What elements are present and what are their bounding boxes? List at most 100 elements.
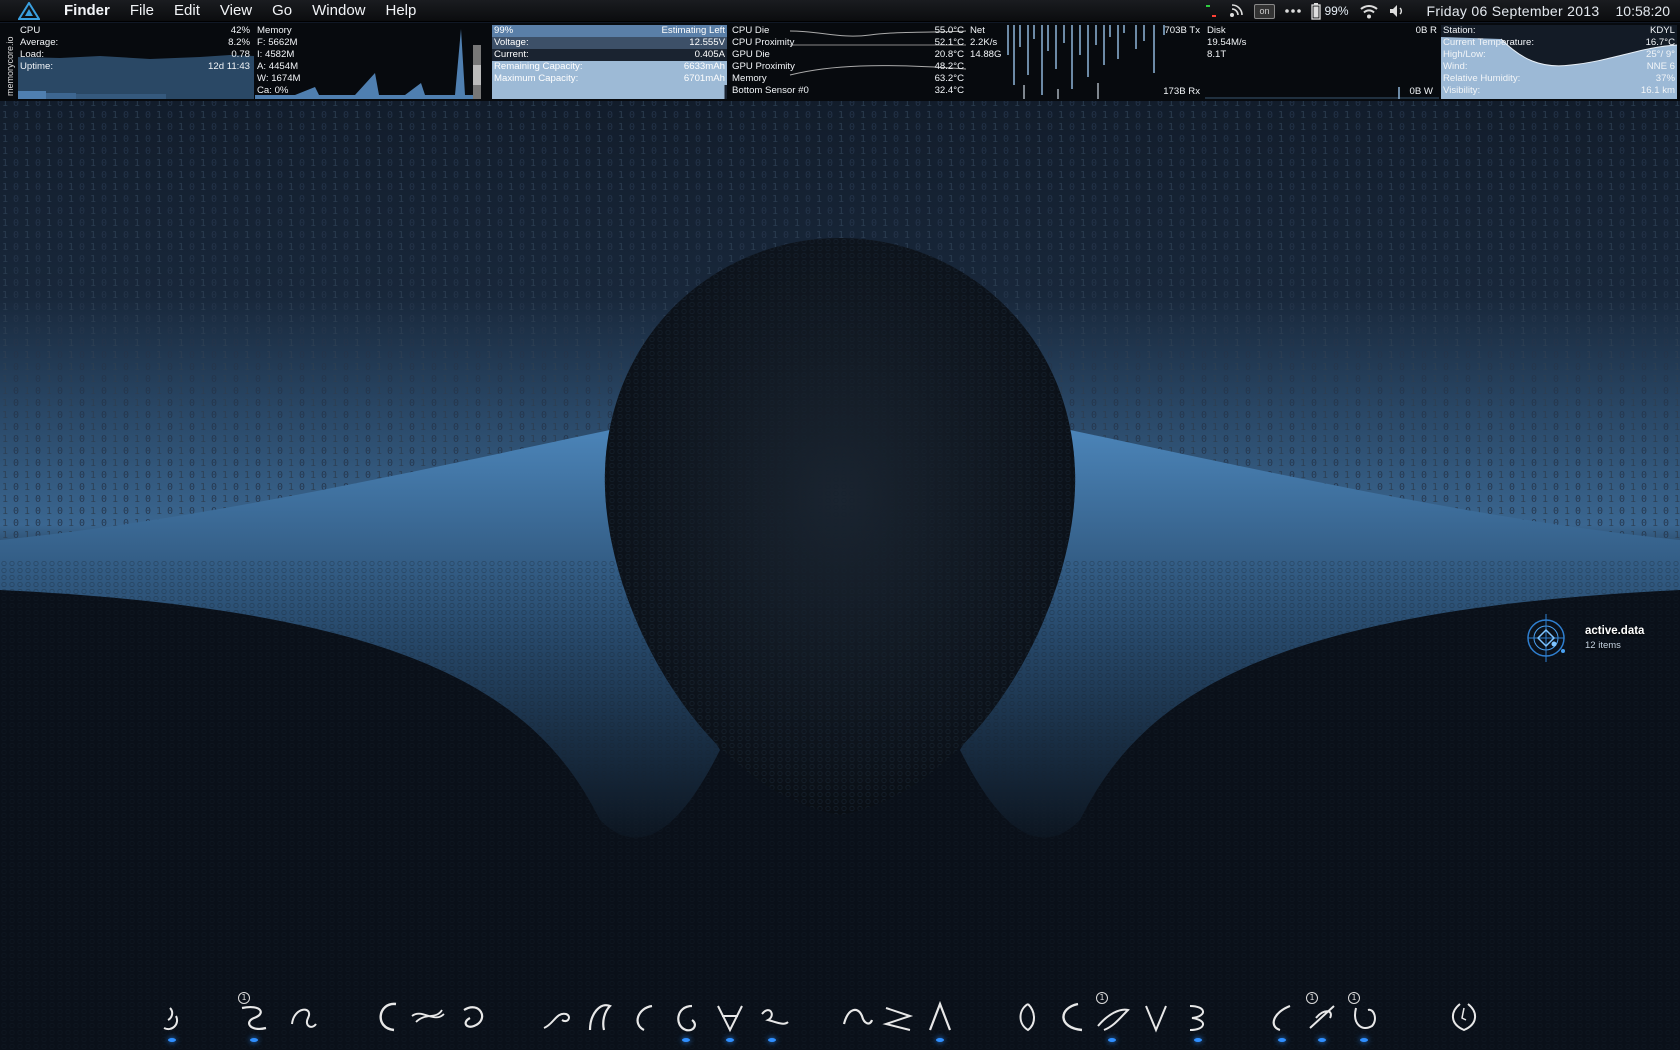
activity-meter-icon[interactable] bbox=[1204, 3, 1218, 19]
temperature-row: CPU Die 55.0°C bbox=[732, 25, 964, 36]
dock-app-icon[interactable] bbox=[364, 994, 408, 1042]
memory-row: W: 1674M bbox=[257, 73, 301, 84]
network-tx: 703B Tx bbox=[1164, 25, 1200, 36]
disk-read: 0B R bbox=[1415, 25, 1437, 36]
cpu-panel[interactable]: memorycore.io CPU 42% Average: 8.2% Load: 0… bbox=[0, 25, 254, 99]
notification-badge: 1 bbox=[238, 992, 250, 1004]
menu-edit[interactable]: Edit bbox=[164, 0, 210, 22]
running-indicator bbox=[768, 1038, 776, 1042]
running-indicator bbox=[1194, 1038, 1202, 1042]
weather-row: Station: KDYL bbox=[1443, 25, 1675, 36]
memory-row: A: 4454M bbox=[257, 61, 299, 72]
dock-app-icon[interactable] bbox=[834, 994, 878, 1042]
system-stats-bar: memorycore.io CPU 42% Average: 8.2% Load: 0… bbox=[0, 23, 1680, 101]
weather-panel[interactable]: Station: KDYL Current Temperature: 16.7°C … bbox=[1441, 25, 1677, 99]
folder-item-count: 12 items bbox=[1585, 640, 1621, 651]
network-row: 14.88G bbox=[970, 49, 1002, 60]
running-indicator bbox=[1318, 1038, 1326, 1042]
dock-app-icon[interactable] bbox=[1006, 994, 1050, 1042]
battery-row: 99% Estimating Left bbox=[492, 25, 727, 37]
dock-app-icon[interactable] bbox=[750, 994, 794, 1042]
clock-time[interactable]: 10:58:20 bbox=[1616, 3, 1671, 19]
temperature-row: CPU Proximity 52.1°C bbox=[732, 37, 964, 48]
dock-app-icon[interactable] bbox=[280, 994, 324, 1042]
disk-panel[interactable]: Disk 0B R 19.54M/s 8.1T 0B W bbox=[1205, 25, 1439, 99]
memory-panel[interactable]: Memory F: 5662M I: 4582M A: 4454M W: 167… bbox=[255, 25, 483, 99]
notification-badge: 1 bbox=[1348, 992, 1360, 1004]
battery-charge-bar bbox=[492, 85, 727, 99]
weather-row: High/Low: 25°/ 9° bbox=[1443, 49, 1675, 60]
menu-file[interactable]: File bbox=[120, 0, 164, 22]
dock-app-icon[interactable] bbox=[918, 994, 962, 1042]
toggle-on-badge[interactable]: on bbox=[1254, 3, 1275, 19]
battery-percent[interactable]: 99% bbox=[1325, 4, 1349, 18]
battery-row: Maximum Capacity: 6701mAh bbox=[494, 73, 725, 84]
dock-app-icon[interactable] bbox=[622, 994, 666, 1042]
dock-app-icon[interactable]: 1 bbox=[232, 992, 276, 1042]
dock-app-icon[interactable]: 1 bbox=[1300, 992, 1344, 1042]
weather-row: Visibility: 16.1 km bbox=[1443, 85, 1675, 96]
folder-icon[interactable] bbox=[1524, 610, 1568, 666]
dock: 1 1 1 1 bbox=[150, 992, 1550, 1050]
temperature-row: Bottom Sensor #0 32.4°C bbox=[732, 85, 964, 96]
dock-app-icon[interactable] bbox=[1048, 994, 1092, 1042]
dock-app-icon[interactable] bbox=[708, 994, 752, 1042]
network-row: Net 703B Tx bbox=[970, 25, 1200, 36]
running-indicator bbox=[936, 1038, 944, 1042]
dock-app-icon[interactable] bbox=[450, 994, 494, 1042]
running-indicator bbox=[168, 1038, 176, 1042]
memory-row: Ca: 0% bbox=[257, 85, 289, 96]
temperature-panel[interactable]: CPU Die 55.0°C CPU Proximity 52.1°C GPU Di… bbox=[730, 25, 966, 99]
cpu-row: CPU 42% bbox=[20, 25, 250, 36]
folder-name[interactable]: active.data bbox=[1585, 625, 1644, 637]
weather-row: Wind: NNE 6 bbox=[1443, 61, 1675, 72]
dock-app-icon[interactable] bbox=[1176, 994, 1220, 1042]
running-indicator bbox=[1108, 1038, 1116, 1042]
notification-badge: 1 bbox=[1306, 992, 1318, 1004]
dock-app-icon[interactable] bbox=[578, 994, 622, 1042]
dock-app-icon[interactable] bbox=[1260, 994, 1304, 1042]
dock-trash-icon[interactable] bbox=[1442, 994, 1486, 1042]
temperature-row: GPU Proximity 48.2°C bbox=[732, 61, 964, 72]
menu-help[interactable]: Help bbox=[376, 0, 427, 22]
clock-date[interactable]: Friday 06 September 2013 bbox=[1427, 3, 1600, 19]
battery-icon[interactable] bbox=[1310, 2, 1321, 20]
battery-row: Current: 0.405A bbox=[492, 49, 727, 61]
volume-icon[interactable] bbox=[1389, 4, 1405, 18]
cpu-row: Load: 0.78 bbox=[20, 49, 250, 60]
disk-write: 0B W bbox=[1409, 86, 1433, 97]
dock-app-icon[interactable] bbox=[536, 994, 580, 1042]
menu-window[interactable]: Window bbox=[302, 0, 375, 22]
running-indicator bbox=[726, 1038, 734, 1042]
battery-panel[interactable]: 99% Estimating Left Voltage: 12.555V Curre… bbox=[492, 25, 727, 99]
dock-app-icon[interactable]: 1 bbox=[1342, 992, 1386, 1042]
temperature-row: Memory 63.2°C bbox=[732, 73, 964, 84]
dock-app-icon[interactable] bbox=[406, 994, 450, 1042]
dock-app-icon[interactable] bbox=[150, 994, 194, 1042]
menu-go[interactable]: Go bbox=[262, 0, 302, 22]
memory-row: Memory bbox=[257, 25, 292, 36]
running-indicator bbox=[1360, 1038, 1368, 1042]
dock-app-icon[interactable] bbox=[1134, 994, 1178, 1042]
network-panel[interactable]: Net 703B Tx 2.2K/s 14.88G 173B Rx bbox=[968, 25, 1202, 99]
running-indicator bbox=[250, 1038, 258, 1042]
airplay-audio-icon[interactable] bbox=[1228, 3, 1244, 19]
network-row: 2.2K/s bbox=[970, 37, 998, 48]
dock-app-icon[interactable] bbox=[876, 994, 920, 1042]
status-area: on 99% Friday 06 September 2013 10:58:20 bbox=[1204, 0, 1670, 22]
disk-row: 8.1T bbox=[1207, 49, 1227, 60]
menu-view[interactable]: View bbox=[210, 0, 262, 22]
wifi-icon[interactable] bbox=[1359, 4, 1379, 19]
desktop-wallpaper: 1 0 bbox=[0, 0, 1680, 1050]
battery-row: Remaining Capacity: 6633mAh bbox=[494, 61, 725, 72]
dock-app-icon[interactable]: 1 bbox=[1090, 992, 1134, 1042]
running-indicator bbox=[682, 1038, 690, 1042]
menu-finder[interactable]: Finder bbox=[54, 0, 120, 22]
more-dots-icon[interactable] bbox=[1284, 8, 1301, 14]
disk-row: 19.54M/s bbox=[1207, 37, 1247, 48]
temperature-row: GPU Die 20.8°C bbox=[732, 49, 964, 60]
cpu-row: Uptime: 12d 11:43 bbox=[20, 61, 250, 72]
dock-app-icon[interactable] bbox=[664, 994, 708, 1042]
battery-row: Voltage: 12.555V bbox=[492, 37, 727, 49]
app-logo-icon[interactable] bbox=[18, 1, 40, 20]
